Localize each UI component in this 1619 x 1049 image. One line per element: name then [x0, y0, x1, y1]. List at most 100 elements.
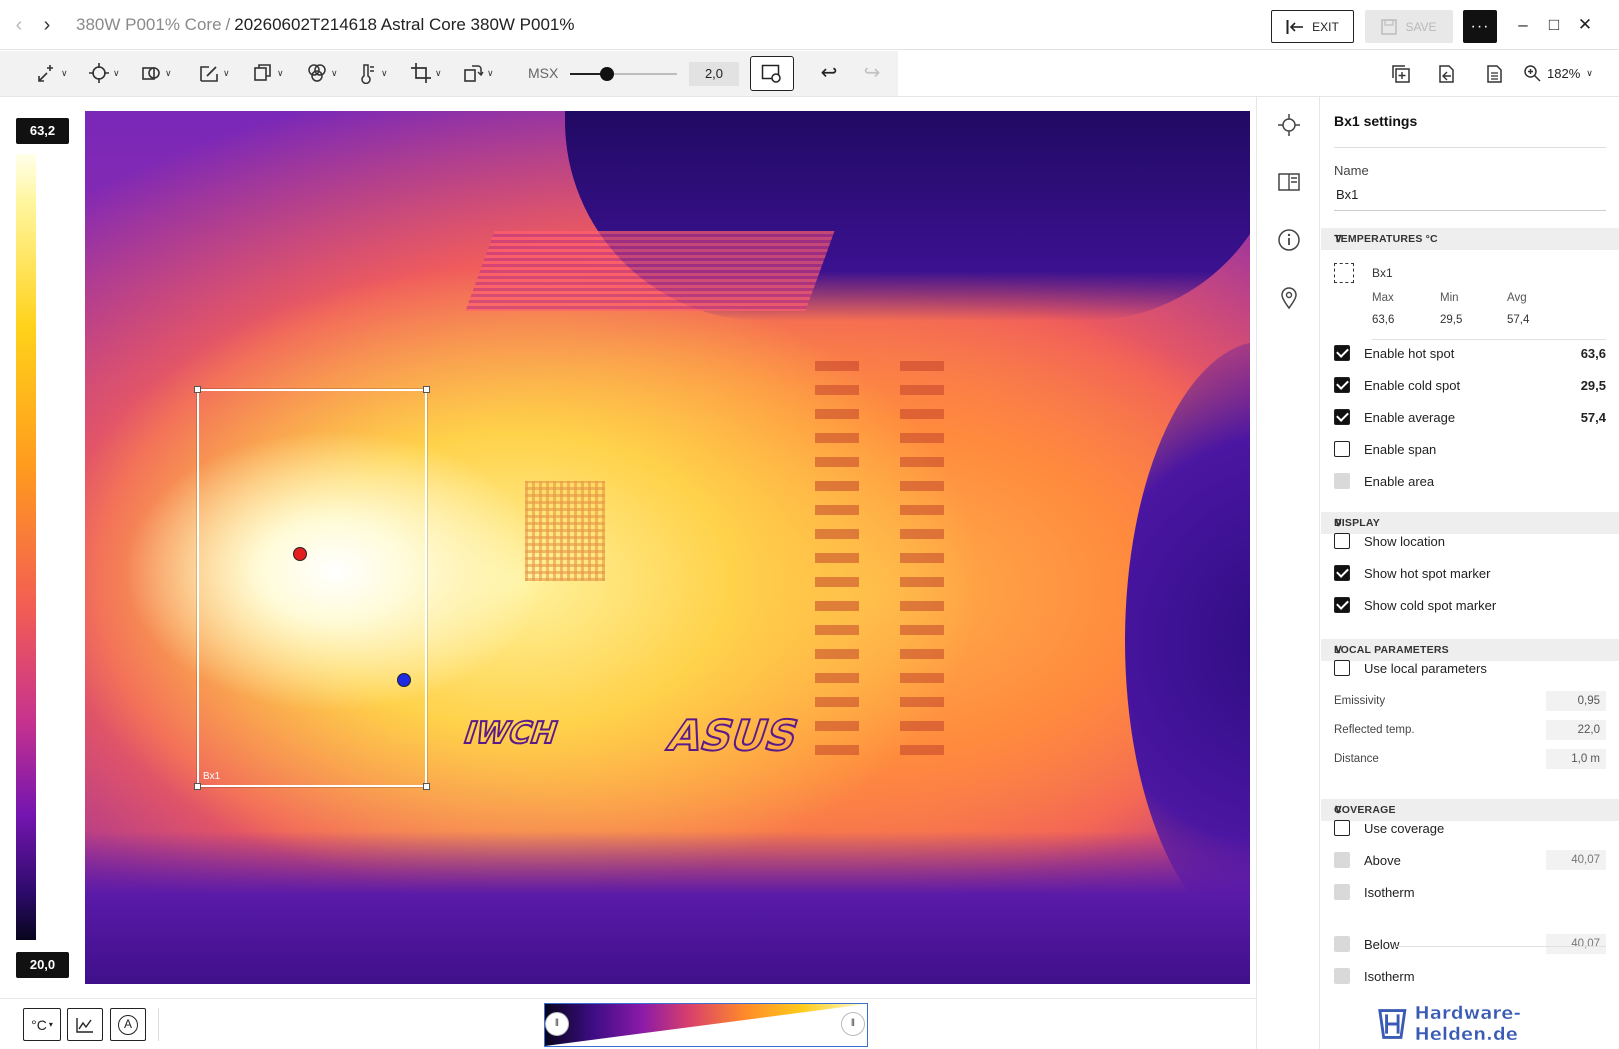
use-local-parameters-checkbox[interactable] — [1334, 660, 1350, 676]
display-option-checkbox[interactable] — [1334, 597, 1350, 613]
hot-spot-marker[interactable] — [293, 547, 307, 561]
panel-title: Bx1 settings — [1334, 113, 1418, 129]
coverage-option-label: Above — [1364, 852, 1401, 868]
coverage-option-checkbox[interactable] — [1334, 820, 1350, 836]
measure-option-row[interactable]: Enable area — [1334, 470, 1606, 492]
title-bar: ‹ › 380W P001% Core/20260602T214618 Astr… — [0, 0, 1619, 50]
watermark: Hardware-Helden.de — [1376, 1003, 1616, 1045]
breadcrumb: 380W P001% Core/20260602T214618 Astral C… — [76, 15, 575, 35]
minimize-icon[interactable]: – — [1510, 12, 1536, 38]
coverage-option-value: 40,07 — [1546, 850, 1606, 870]
report-icon[interactable] — [1483, 63, 1505, 85]
chevron-down-icon: ∨ — [223, 67, 230, 78]
chevron-down-icon: ∨ — [61, 67, 68, 78]
measure-option-checkbox[interactable] — [1334, 409, 1350, 425]
measure-option-row[interactable]: Enable average 57,4 — [1334, 406, 1606, 428]
rotate-icon — [464, 65, 484, 82]
parameter-input[interactable]: 22,0 — [1546, 720, 1606, 740]
scale-max-value[interactable]: 63,2 — [16, 118, 69, 144]
temperatures-section-header[interactable]: TEMPERATURES °C ∨ — [1321, 228, 1619, 250]
forward-arrow-icon[interactable]: › — [36, 13, 58, 37]
board-marking: IWCH — [458, 715, 563, 752]
annotate-tool[interactable]: ∨ — [198, 59, 230, 87]
range-max-handle[interactable]: ‖ — [841, 1012, 865, 1036]
display-option-row[interactable]: Show cold spot marker — [1334, 594, 1606, 616]
palette-icon — [308, 64, 326, 82]
coverage-option-row[interactable]: Use coverage — [1334, 817, 1606, 839]
unit-selector[interactable]: °C ▾ — [23, 1008, 61, 1041]
measure-option-checkbox[interactable] — [1334, 345, 1350, 361]
coverage-option-row[interactable]: Below 40,07 — [1334, 933, 1606, 955]
measure-option-row[interactable]: Enable cold spot 29,5 — [1334, 374, 1606, 396]
rotate-tool[interactable]: ∨ — [462, 59, 494, 87]
save-icon — [1381, 18, 1398, 35]
msx-slider[interactable] — [570, 67, 677, 81]
exit-icon — [1286, 19, 1304, 34]
temperature-tool[interactable]: ∨ — [356, 59, 388, 87]
auto-adjust-button[interactable]: A — [110, 1008, 146, 1041]
box-tool[interactable]: ∨ — [252, 59, 284, 87]
resize-handle[interactable] — [423, 386, 430, 393]
display-option-row[interactable]: Show location — [1334, 530, 1606, 552]
copy-icon[interactable] — [1390, 63, 1412, 85]
range-min-handle[interactable]: ‖ — [545, 1012, 569, 1036]
max-value: 63,6 — [1372, 314, 1395, 326]
undo-icon[interactable]: ↩ — [815, 60, 843, 88]
location-pin-icon[interactable] — [1277, 286, 1301, 310]
parameter-input[interactable]: 0,95 — [1546, 691, 1606, 711]
chevron-down-icon: ∨ — [1334, 802, 1343, 816]
box-overlay-toggle[interactable] — [750, 56, 794, 91]
temperature-summary: Bx1 Max Min Avg 63,6 29,5 57,4 — [1334, 259, 1606, 340]
resize-handle[interactable] — [423, 783, 430, 790]
coverage-option-row[interactable]: Isotherm — [1334, 881, 1606, 903]
save-button[interactable]: SAVE — [1365, 10, 1453, 43]
max-header: Max — [1372, 292, 1394, 304]
cold-spot-marker[interactable] — [397, 673, 411, 687]
msx-value-input[interactable]: 2,0 — [689, 62, 739, 86]
spot-tool[interactable]: ∨ — [88, 59, 120, 87]
palette-tool[interactable]: ∨ — [306, 59, 338, 87]
tool-bar-right — [898, 51, 1619, 96]
shape-tool[interactable]: ∨ — [140, 59, 172, 87]
histogram-button[interactable] — [67, 1008, 103, 1041]
display-option-checkbox[interactable] — [1334, 565, 1350, 581]
resize-handle[interactable] — [194, 783, 201, 790]
use-local-parameters-row[interactable]: Use local parameters — [1334, 657, 1606, 679]
coverage-option-row[interactable]: Isotherm — [1334, 965, 1606, 987]
parameter-input[interactable]: 1,0 m — [1546, 749, 1606, 769]
panel-layout-icon[interactable] — [1277, 170, 1301, 194]
measure-option-label: Enable cold spot — [1364, 377, 1461, 393]
add-spot-tool[interactable]: ∨ — [36, 59, 68, 87]
crop-tool[interactable]: ∨ — [410, 59, 442, 87]
scale-range-slider[interactable]: ‖ ‖ — [544, 1003, 868, 1047]
maximize-icon[interactable]: □ — [1541, 12, 1567, 38]
scale-min-value[interactable]: 20,0 — [16, 952, 69, 978]
thermal-image[interactable]: ASUS IWCH Bx1 — [85, 111, 1250, 984]
measure-option-value: 57,4 — [1580, 409, 1606, 425]
more-options-button[interactable]: ··· — [1463, 10, 1497, 43]
back-arrow-icon[interactable]: ‹ — [8, 13, 30, 37]
export-icon[interactable] — [1435, 63, 1457, 85]
chip-grid — [525, 481, 605, 581]
coverage-divider — [1396, 946, 1606, 947]
side-tool-strip — [1256, 97, 1320, 1049]
exit-button[interactable]: EXIT — [1271, 10, 1354, 43]
redo-icon[interactable]: ↪ — [858, 60, 886, 88]
coverage-option-row[interactable]: Above 40,07 — [1334, 849, 1606, 871]
chevron-down-icon: ∨ — [1334, 231, 1343, 245]
exit-label: EXIT — [1312, 19, 1339, 34]
measure-option-checkbox[interactable] — [1334, 441, 1350, 457]
measure-option-row[interactable]: Enable hot spot 63,6 — [1334, 342, 1606, 364]
name-field[interactable]: Bx1 — [1334, 185, 1606, 211]
crosshair-icon[interactable] — [1277, 113, 1301, 137]
measure-option-row[interactable]: Enable span — [1334, 438, 1606, 460]
measurement-box-bx1[interactable]: Bx1 — [194, 386, 430, 790]
info-icon[interactable] — [1277, 228, 1301, 252]
measure-option-checkbox[interactable] — [1334, 377, 1350, 393]
zoom-control[interactable]: 182% ∨ — [1523, 64, 1593, 82]
display-option-checkbox[interactable] — [1334, 533, 1350, 549]
display-option-row[interactable]: Show hot spot marker — [1334, 562, 1606, 584]
breadcrumb-parent[interactable]: 380W P001% Core — [76, 15, 222, 34]
resize-handle[interactable] — [194, 386, 201, 393]
close-icon[interactable]: ✕ — [1572, 12, 1598, 38]
